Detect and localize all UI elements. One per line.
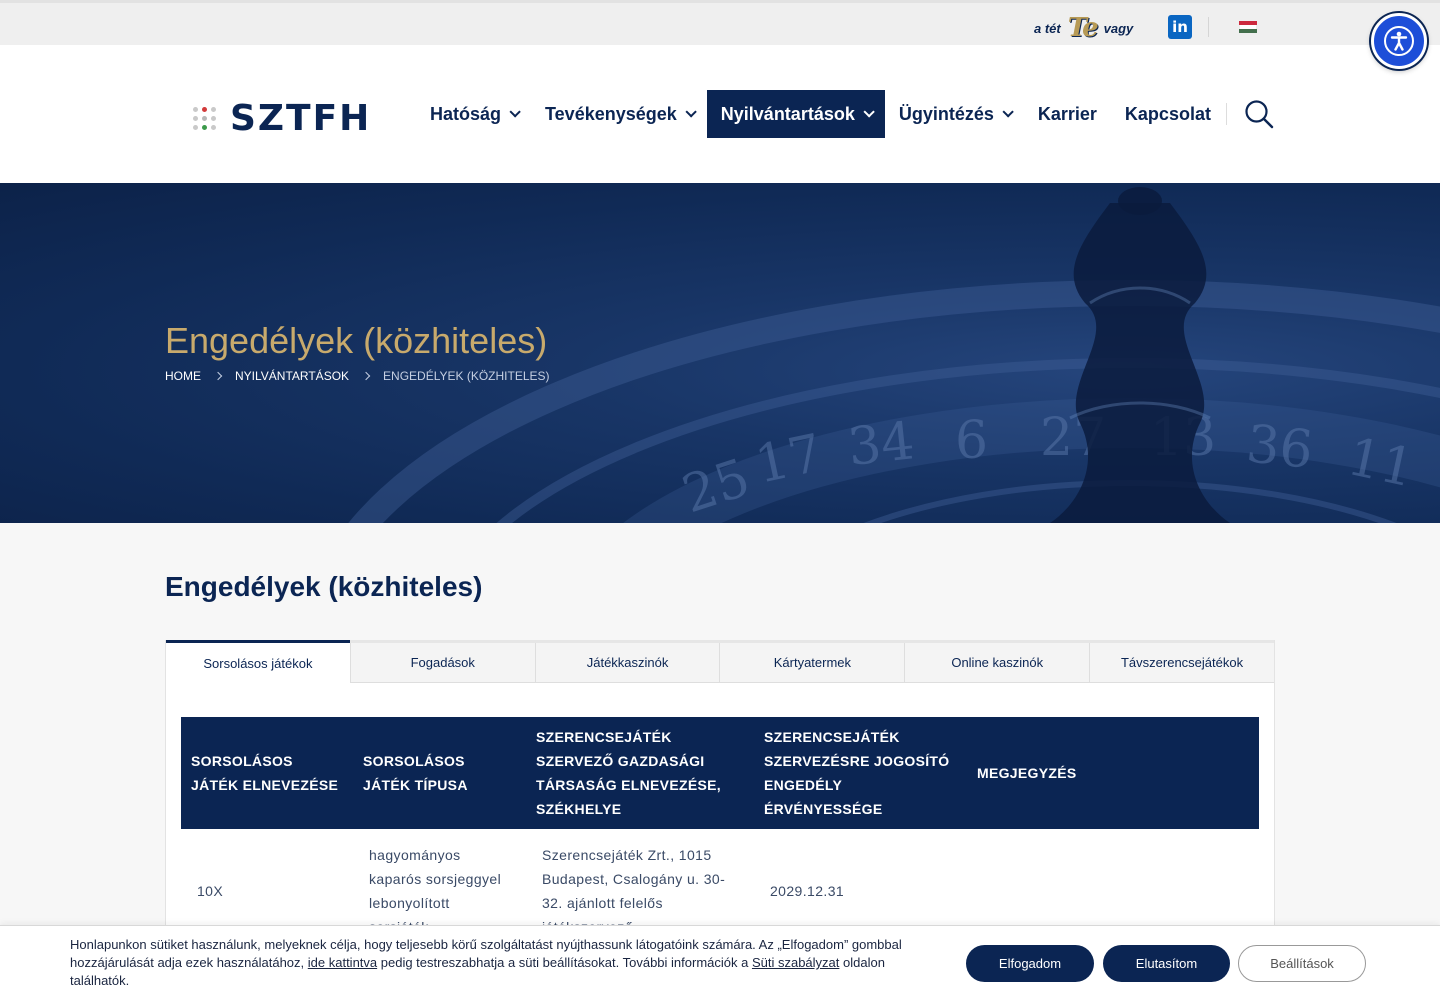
- chevron-right-icon: [361, 371, 371, 381]
- accessibility-icon: [1384, 26, 1414, 56]
- table-header-row: Sorsolásos játék elnevezése Sorsolásos j…: [181, 717, 1259, 829]
- svg-text:6: 6: [955, 411, 988, 471]
- breadcrumb-home-link[interactable]: HOME: [165, 369, 201, 383]
- logo-dots-icon: [193, 107, 216, 130]
- chevron-down-icon: [685, 106, 697, 118]
- hero-title: Engedélyek (közhiteles): [165, 320, 548, 361]
- nav-item-karrier[interactable]: Karrier: [1024, 90, 1111, 138]
- sztfh-logo[interactable]: SZTFH: [193, 98, 371, 139]
- nav-item-hatosag[interactable]: Hatóság: [416, 90, 531, 138]
- tab-kartyatermek[interactable]: Kártyatermek: [720, 643, 906, 683]
- main-nav: Hatóság Tevékenységek Nyilvántartások Üg…: [416, 90, 1225, 138]
- licenses-table: Sorsolásos játék elnevezése Sorsolásos j…: [181, 717, 1259, 953]
- column-header-name[interactable]: Sorsolásos játék elnevezése: [181, 717, 353, 829]
- nav-item-nyilvantartasok[interactable]: Nyilvántartások: [706, 90, 885, 138]
- chevron-down-icon: [863, 106, 875, 118]
- linkedin-icon[interactable]: in: [1168, 15, 1192, 39]
- column-header-validity[interactable]: Szerencsejáték szervezésre jogosító enge…: [754, 717, 967, 829]
- site-header: SZTFH Hatóság Tevékenységek Nyilvántartá…: [0, 45, 1440, 183]
- reject-cookies-button[interactable]: Elutasítom: [1103, 945, 1230, 982]
- top-utility-bar: a tét Te vagy in: [0, 0, 1440, 45]
- tab-sorsolasos-jatekok[interactable]: Sorsolásos játékok: [166, 640, 351, 683]
- accept-cookies-button[interactable]: Elfogadom: [966, 945, 1094, 982]
- chevron-down-icon: [1002, 106, 1014, 118]
- accessibility-button[interactable]: [1371, 13, 1427, 69]
- chevron-down-icon: [509, 106, 521, 118]
- tab-fogadasok[interactable]: Fogadások: [350, 643, 536, 683]
- breadcrumb-current: ENGEDÉLYEK (KÖZHITELES): [383, 369, 550, 383]
- column-header-type[interactable]: Sorsolásos játék típusa: [353, 717, 526, 829]
- divider: [1226, 103, 1227, 125]
- slogan-te: Te: [1067, 13, 1099, 43]
- tab-bar: Sorsolásos játékok Fogadások Játékkaszin…: [166, 640, 1274, 683]
- hero-banner: 25 17 34 6 27 13 36 11 Engedélyek (közhi…: [0, 183, 1440, 523]
- tab-jatekkaszinok[interactable]: Játékkaszinók: [535, 643, 721, 683]
- tab-tavszerencsejatekok[interactable]: Távszerencsejátékok: [1090, 643, 1274, 683]
- cookie-banner: Honlapunkon sütiket használunk, melyekne…: [0, 925, 1440, 1000]
- nav-item-kapcsolat[interactable]: Kapcsolat: [1111, 90, 1225, 138]
- page-title: Engedélyek (közhiteles): [165, 571, 483, 602]
- breadcrumb: HOME NYILVÁNTARTÁSOK ENGEDÉLYEK (KÖZHITE…: [165, 369, 550, 383]
- cookie-settings-button[interactable]: Beállítások: [1238, 945, 1366, 982]
- cookie-policy-link[interactable]: Süti szabályzat: [752, 955, 839, 970]
- slogan-pre: a tét: [1034, 20, 1061, 36]
- breadcrumb-nyilvantartasok-link[interactable]: NYILVÁNTARTÁSOK: [235, 369, 349, 383]
- column-header-organizer[interactable]: Szerencsejáték szervező gazdasági társas…: [526, 717, 754, 829]
- nav-item-tevekenysegek[interactable]: Tevékenységek: [531, 90, 707, 138]
- tab-online-kaszinok[interactable]: Online kaszinók: [905, 643, 1091, 683]
- slogan-post: vagy: [1103, 20, 1134, 36]
- nav-item-ugyintezes[interactable]: Ügyintézés: [885, 90, 1024, 138]
- divider: [1208, 17, 1209, 37]
- chevron-right-icon: [213, 371, 223, 381]
- svg-text:36: 36: [1244, 414, 1316, 481]
- hungarian-flag-icon[interactable]: [1239, 21, 1257, 33]
- column-header-note[interactable]: Megjegyzés: [967, 717, 1259, 829]
- a-tet-te-vagy-logo[interactable]: a tét Te vagy: [1034, 13, 1134, 43]
- cookie-settings-link[interactable]: ide kattintva: [308, 955, 377, 970]
- logo-text: SZTFH: [230, 98, 372, 139]
- svg-text:11: 11: [1342, 427, 1419, 499]
- svg-text:34: 34: [845, 411, 917, 478]
- cookie-text: Honlapunkon sütiket használunk, melyekne…: [70, 937, 902, 988]
- search-icon[interactable]: [1244, 99, 1274, 129]
